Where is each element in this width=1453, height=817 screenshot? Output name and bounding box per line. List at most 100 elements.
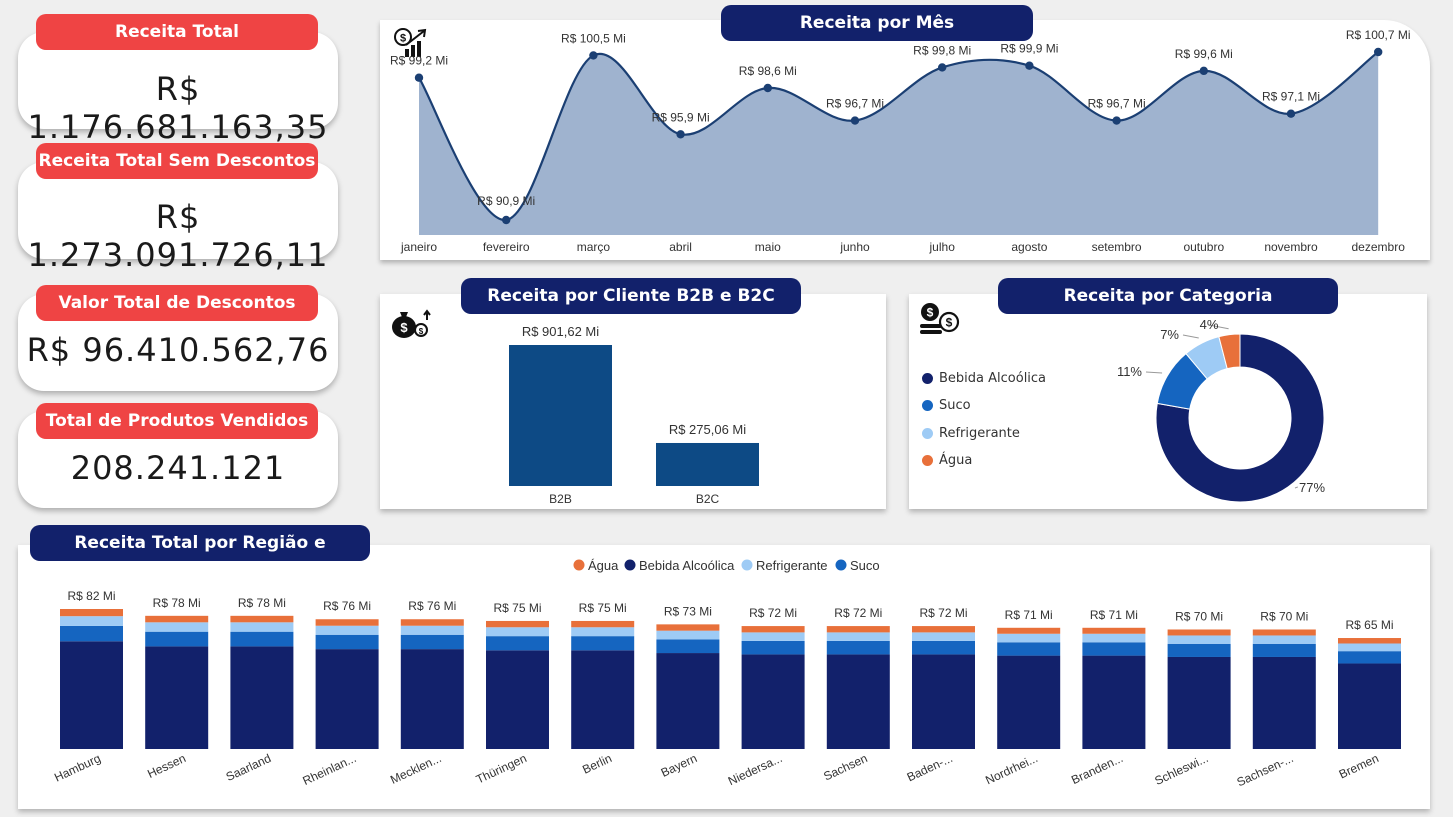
bar-segment[interactable] (145, 622, 209, 632)
bar-segment[interactable] (1252, 629, 1316, 636)
bar-segment[interactable] (997, 627, 1061, 634)
bar-segment[interactable] (145, 631, 209, 647)
data-point[interactable] (1374, 47, 1383, 57)
bar-segment[interactable] (826, 654, 890, 749)
data-point[interactable] (1199, 66, 1208, 76)
bar-segment[interactable] (315, 619, 379, 626)
bar-segment[interactable] (1338, 638, 1401, 644)
bar-segment[interactable] (826, 640, 890, 655)
bar-segment[interactable] (145, 646, 209, 749)
data-point[interactable] (1286, 109, 1296, 118)
legend-marker[interactable] (624, 559, 636, 571)
bar-segment[interactable] (1338, 651, 1401, 664)
bar-segment[interactable] (826, 626, 890, 633)
b2b-b2c-bar-chart: $ $ R$ 901,62 Mi B2B R$ 275,06 Mi B2C (392, 309, 759, 506)
legend-bebida[interactable]: Bebida Alcoólica (922, 371, 1046, 386)
bar-segment[interactable] (486, 620, 549, 628)
bar-segment[interactable] (997, 655, 1061, 749)
bar-segment[interactable] (741, 654, 805, 749)
bar-segment[interactable] (145, 615, 209, 623)
bar-segment[interactable] (571, 620, 635, 628)
data-point[interactable] (763, 83, 772, 93)
bar-segment[interactable] (1082, 642, 1146, 656)
bar-segment[interactable] (997, 642, 1061, 656)
bar-segment[interactable] (912, 640, 975, 655)
bar-segment[interactable] (60, 641, 123, 749)
data-point[interactable] (1025, 61, 1034, 70)
bar-segment[interactable] (1167, 656, 1231, 749)
bar-segment[interactable] (912, 654, 975, 749)
bar-segment[interactable] (400, 625, 464, 635)
data-point[interactable] (502, 215, 511, 225)
bar-segment[interactable] (486, 636, 549, 651)
legend-suco[interactable]: Suco (922, 398, 971, 413)
bar-segment[interactable] (486, 650, 549, 749)
bar-segment[interactable] (912, 626, 975, 633)
bar-segment[interactable] (1252, 635, 1316, 644)
bar-segment[interactable] (656, 639, 720, 654)
legend-marker[interactable] (835, 559, 847, 571)
legend-agua[interactable]: Água (922, 453, 972, 468)
data-point[interactable] (414, 73, 424, 82)
bar-segment[interactable] (1167, 635, 1231, 644)
data-point[interactable] (1112, 116, 1121, 125)
bar-segment[interactable] (60, 609, 123, 617)
bar-segment[interactable] (656, 630, 720, 640)
bar-segment[interactable] (230, 622, 294, 632)
data-label: R$ 78 Mi (238, 596, 286, 610)
bar-segment[interactable] (230, 631, 294, 647)
bar-segment[interactable] (60, 625, 123, 642)
x-tick-label: Thüringen (474, 751, 529, 787)
bar-segment[interactable] (741, 640, 805, 655)
bar-segment[interactable] (826, 632, 890, 641)
bar-segment[interactable] (230, 646, 294, 749)
data-label: R$ 90,9 Mi (477, 194, 535, 208)
bar-segment[interactable] (315, 625, 379, 635)
data-label: R$ 96,7 Mi (1088, 97, 1146, 111)
bar-segment[interactable] (400, 649, 464, 749)
bar-segment[interactable] (571, 627, 635, 637)
data-point[interactable] (676, 130, 685, 139)
bar[interactable] (509, 345, 612, 486)
data-label: R$ 72 Mi (919, 606, 967, 620)
bar-segment[interactable] (1082, 655, 1146, 749)
title-receita-por-regiao: Receita Total por Região e Categoria (30, 525, 370, 589)
bar-segment[interactable] (1252, 656, 1316, 749)
bar-segment[interactable] (60, 616, 123, 626)
bar-segment[interactable] (1338, 663, 1401, 749)
data-point[interactable] (938, 63, 947, 72)
bar-segment[interactable] (656, 624, 720, 631)
data-label: R$ 901,62 Mi (522, 324, 599, 339)
legend-marker[interactable] (573, 559, 585, 571)
bar[interactable] (656, 442, 759, 486)
legend-marker (922, 400, 933, 411)
legend-refrigerante[interactable]: Refrigerante (922, 426, 1020, 441)
x-tick-label: Baden-... (905, 751, 955, 784)
svg-text:$: $ (419, 327, 424, 336)
bar-segment[interactable] (1252, 643, 1316, 657)
bar-segment[interactable] (315, 649, 379, 749)
bar-segment[interactable] (1082, 633, 1146, 643)
data-point[interactable] (589, 51, 598, 60)
bar-segment[interactable] (741, 632, 805, 641)
bar-segment[interactable] (1082, 627, 1146, 634)
bar-segment[interactable] (571, 650, 635, 749)
data-label: R$ 100,7 Mi (1346, 28, 1411, 42)
bar-segment[interactable] (997, 633, 1061, 643)
bar-segment[interactable] (400, 619, 464, 626)
bar-segment[interactable] (486, 627, 549, 637)
bar-segment[interactable] (741, 626, 805, 633)
bar-segment[interactable] (912, 632, 975, 641)
bar-segment[interactable] (1338, 643, 1401, 652)
bar-segment[interactable] (1167, 643, 1231, 657)
bar-segment[interactable] (315, 634, 379, 650)
data-label: R$ 95,9 Mi (652, 110, 710, 124)
bar-segment[interactable] (571, 636, 635, 651)
bar-segment[interactable] (230, 615, 294, 623)
legend-marker[interactable] (741, 559, 753, 571)
panel-receita-por-categoria: $ $ 77% 11% 7% 4% Bebida Alcoólica Suco Ref… (909, 294, 1427, 509)
bar-segment[interactable] (400, 634, 464, 650)
bar-segment[interactable] (1167, 629, 1231, 636)
data-point[interactable] (850, 116, 860, 125)
bar-segment[interactable] (656, 653, 720, 749)
